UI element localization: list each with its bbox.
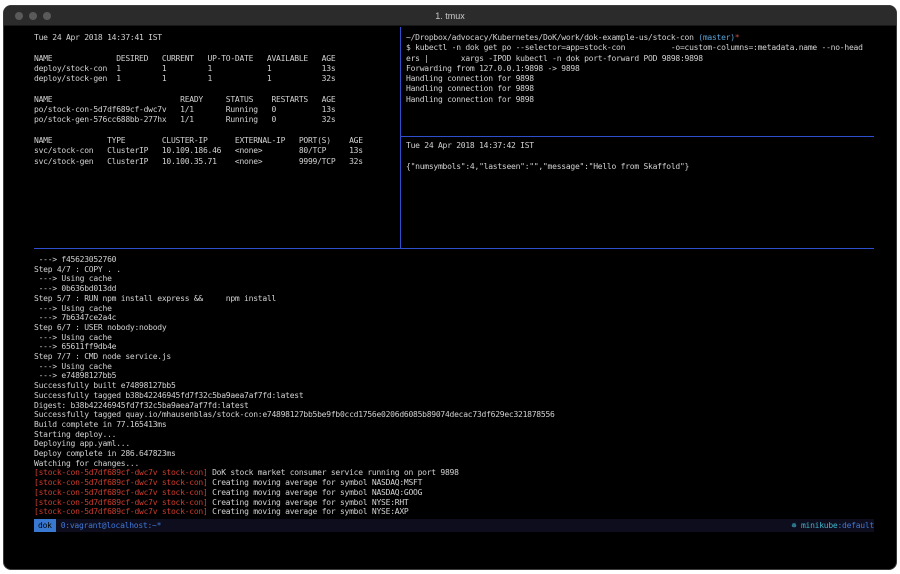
log-prefix: [stock-con-5d7df689cf-dwc7v stock-con] <box>34 478 208 487</box>
window-title: 1. tmux <box>4 11 896 21</box>
log-line: [stock-con-5d7df689cf-dwc7v stock-con] C… <box>34 498 874 508</box>
prompt-path: ~/Dropbox/advocacy/Kubernetes/DoK/work/d… <box>406 33 698 42</box>
log-message: DoK stock market consumer service runnin… <box>208 468 459 477</box>
log-prefix: [stock-con-5d7df689cf-dwc7v stock-con] <box>34 498 208 507</box>
kube-context: minikube <box>801 521 838 530</box>
tmux-content: Tue 24 Apr 2018 14:37:41 IST NAME DESIRE… <box>34 27 874 570</box>
pane-port-forward[interactable]: ~/Dropbox/advocacy/Kubernetes/DoK/work/d… <box>406 33 874 135</box>
log-message: Creating moving average for symbol NYSE:… <box>208 498 409 507</box>
pane-skaffold-log[interactable]: ---> f45623052760 Step 4/7 : COPY . . --… <box>34 255 874 518</box>
git-branch-label: (master) <box>698 33 735 42</box>
pane-curl-output[interactable]: Tue 24 Apr 2018 14:37:42 IST {"numsymbol… <box>406 141 874 247</box>
log-prefix: [stock-con-5d7df689cf-dwc7v stock-con] <box>34 468 208 477</box>
pane-border-horizontal-right <box>400 136 874 137</box>
terminal-window: 1. tmux Tue 24 Apr 2018 14:37:41 IST NAM… <box>3 5 897 570</box>
log-line: [stock-con-5d7df689cf-dwc7v stock-con] D… <box>34 468 874 478</box>
log-message: Creating moving average for symbol NASDA… <box>208 478 423 487</box>
log-prefix: [stock-con-5d7df689cf-dwc7v stock-con] <box>34 488 208 497</box>
log-prefix: [stock-con-5d7df689cf-dwc7v stock-con] <box>34 507 208 516</box>
titlebar: 1. tmux <box>4 6 896 26</box>
log-line: [stock-con-5d7df689cf-dwc7v stock-con] C… <box>34 478 874 488</box>
log-message: Creating moving average for symbol NYSE:… <box>208 507 409 516</box>
session-badge[interactable]: dok <box>34 519 56 532</box>
shell-prompt: ~/Dropbox/advocacy/Kubernetes/DoK/work/d… <box>406 33 874 43</box>
port-forward-output: $ kubectl -n dok get po --selector=app=s… <box>406 43 874 105</box>
window-item[interactable]: 0:vagrant@localhost:~* <box>61 519 161 532</box>
log-line: [stock-con-5d7df689cf-dwc7v stock-con] C… <box>34 488 874 498</box>
status-right: ☸ minikube:default <box>792 519 874 532</box>
git-dirty-flag: * <box>735 33 740 42</box>
curl-response-output: Tue 24 Apr 2018 14:37:42 IST {"numsymbol… <box>406 141 874 172</box>
pane-border-horizontal-full <box>34 248 874 249</box>
tmux-status-bar: dok 0:vagrant@localhost:~* ☸ minikube:de… <box>34 519 874 532</box>
pane-kubectl-watch[interactable]: Tue 24 Apr 2018 14:37:41 IST NAME DESIRE… <box>34 33 400 247</box>
stock-con-log: [stock-con-5d7df689cf-dwc7v stock-con] D… <box>34 468 874 517</box>
log-message: Creating moving average for symbol NASDA… <box>208 488 423 497</box>
kube-namespace: :default <box>837 521 874 530</box>
skaffold-build-output: ---> f45623052760 Step 4/7 : COPY . . --… <box>34 255 874 468</box>
kubernetes-icon: ☸ <box>792 521 801 530</box>
pane-border-vertical <box>400 27 401 248</box>
kubectl-watch-output: Tue 24 Apr 2018 14:37:41 IST NAME DESIRE… <box>34 33 400 167</box>
log-line: [stock-con-5d7df689cf-dwc7v stock-con] C… <box>34 507 874 517</box>
